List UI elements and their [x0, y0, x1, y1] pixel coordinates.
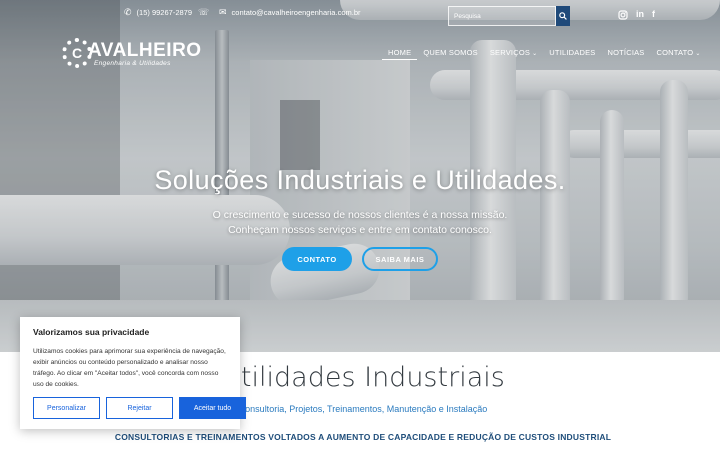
nav-item-servicos[interactable]: SERVIÇOS ⌄: [484, 48, 543, 60]
social-links: in f: [618, 10, 655, 22]
logo[interactable]: C AVALHEIRO Engenharia & Utilidades: [62, 38, 202, 70]
section-banner: CONSULTORIAS E TREINAMENTOS VOLTADOS A A…: [114, 432, 612, 442]
phone-contact[interactable]: ✆ (15) 99267-2879: [124, 7, 193, 18]
saiba-mais-button[interactable]: SAIBA MAIS: [362, 247, 438, 271]
linkedin-icon[interactable]: in: [636, 10, 644, 22]
phone-icon: ✆: [124, 7, 132, 17]
nav-item-home[interactable]: HOME: [382, 48, 418, 60]
logo-tagline: Engenharia & Utilidades: [94, 60, 171, 67]
hero-subtitle-line: O crescimento e sucesso de nossos client…: [212, 209, 508, 221]
nav-item-quem-somos[interactable]: QUEM SOMOS: [417, 48, 484, 60]
search-input[interactable]: [448, 6, 556, 26]
logo-name: AVALHEIRO: [88, 40, 202, 61]
chevron-down-icon: ⌄: [695, 51, 701, 57]
search-form: [448, 6, 570, 26]
nav-item-label: UTILIDADES: [549, 48, 596, 57]
main-nav: HOME QUEM SOMOS SERVIÇOS ⌄ UTILIDADES NOT…: [382, 48, 707, 60]
nav-item-label: SERVIÇOS: [489, 48, 531, 57]
cookie-text: Utilizamos cookies para aprimorar sua ex…: [33, 348, 226, 388]
instagram-icon[interactable]: [618, 10, 628, 22]
top-bar: ✆ (15) 99267-2879 ☏ ✉ contato@cavalheiro…: [0, 4, 720, 26]
nav-item-label: HOME: [388, 48, 412, 57]
whatsapp-icon: ☏: [198, 7, 210, 17]
hero-title: Soluções Industriais e Utilidades.: [154, 165, 566, 195]
email-address: contato@cavalheiroengenharia.com.br: [231, 8, 361, 17]
search-button[interactable]: [556, 6, 570, 26]
whatsapp-link[interactable]: ☏: [198, 8, 209, 17]
nav-item-contato[interactable]: CONTATO ⌄: [651, 48, 707, 60]
nav-item-label: CONTATO: [656, 48, 694, 57]
chevron-down-icon: ⌄: [532, 51, 538, 57]
contato-button[interactable]: CONTATO: [282, 247, 352, 271]
nav-item-noticias[interactable]: NOTÍCIAS: [601, 48, 650, 60]
envelope-icon: ✉: [219, 7, 227, 17]
search-icon: [559, 12, 567, 20]
nav-item-label: NOTÍCIAS: [607, 48, 645, 57]
nav-item-label: QUEM SOMOS: [423, 48, 478, 57]
facebook-icon[interactable]: f: [652, 10, 655, 22]
phone-number: (15) 99267-2879: [136, 8, 193, 17]
customize-button[interactable]: Personalizar: [33, 397, 100, 419]
cookie-consent-dialog: Valorizamos sua privacidade Utilizamos c…: [20, 317, 246, 429]
nav-item-utilidades[interactable]: UTILIDADES: [543, 48, 601, 60]
hero-subtitle-line: Conheçam nossos serviços e entre em cont…: [228, 224, 492, 236]
cookie-title: Valorizamos sua privacidade: [33, 327, 150, 337]
reject-button[interactable]: Rejeitar: [106, 397, 173, 419]
hero-subtitle: O crescimento e sucesso de nossos client…: [0, 208, 720, 238]
email-contact[interactable]: ✉ contato@cavalheiroengenharia.com.br: [219, 7, 361, 18]
cookie-buttons: Personalizar Rejeitar Aceitar tudo: [33, 397, 246, 419]
accept-all-button[interactable]: Aceitar tudo: [179, 397, 246, 419]
